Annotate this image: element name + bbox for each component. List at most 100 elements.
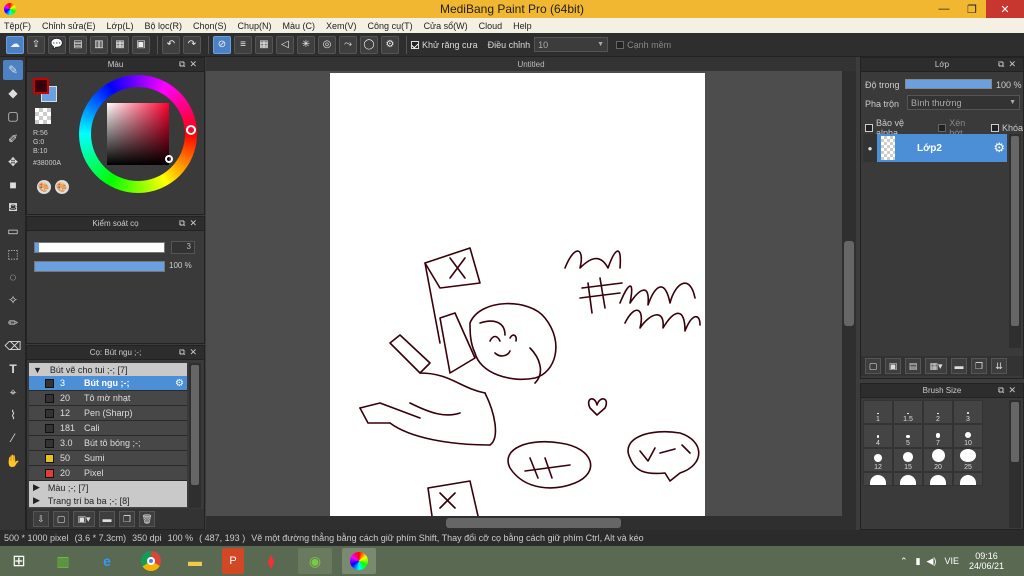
- palette-add-icon[interactable]: 🎨: [55, 180, 69, 194]
- share-icon[interactable]: ⇪: [27, 35, 45, 54]
- gradient-tool-icon[interactable]: ▭: [3, 221, 23, 241]
- antialias-checkbox[interactable]: [411, 40, 419, 49]
- speech-bubble-icon[interactable]: 💬: [48, 35, 66, 54]
- divide-tool-icon[interactable]: ⌖: [3, 382, 23, 402]
- panel-window-icon[interactable]: ⧉✕: [998, 59, 1020, 70]
- clipping-checkbox[interactable]: [938, 124, 947, 132]
- panel-window-icon[interactable]: ⧉✕: [998, 385, 1020, 396]
- radial-snap-icon[interactable]: ✳: [297, 35, 315, 54]
- panel-window-icon[interactable]: ⧉✕: [179, 347, 201, 358]
- edge-checkbox[interactable]: [616, 40, 625, 49]
- brush-size-preset[interactable]: 12: [863, 448, 893, 472]
- new-8bit-layer-icon[interactable]: ▤: [905, 358, 921, 374]
- menu-help[interactable]: Help: [513, 21, 532, 31]
- adjust-select[interactable]: 10 ▼: [534, 37, 609, 52]
- folder-icon[interactable]: ▬: [99, 511, 115, 527]
- menu-snap[interactable]: Chụp(N): [238, 21, 272, 31]
- eraser-tool-icon[interactable]: ◆: [3, 83, 23, 103]
- trash-icon[interactable]: 🗑: [139, 511, 155, 527]
- menu-tools[interactable]: Công cụ(T): [368, 21, 413, 31]
- brush-size-preset[interactable]: [953, 472, 983, 486]
- brush-list-scrollbar[interactable]: [189, 363, 201, 508]
- brush-group[interactable]: ▶ Trang trí ba ba ;-; [8]: [29, 494, 187, 507]
- powerpoint-icon[interactable]: P: [222, 548, 244, 574]
- brush-size-preset[interactable]: 15: [893, 448, 923, 472]
- menu-view[interactable]: Xem(V): [326, 21, 357, 31]
- new-halftone-layer-icon[interactable]: ▣: [885, 358, 901, 374]
- brush-size-preset[interactable]: [923, 472, 953, 486]
- parallel-snap-icon[interactable]: ≡: [234, 35, 252, 54]
- brush-opacity-slider[interactable]: [34, 261, 165, 272]
- redo-icon[interactable]: ↷: [183, 35, 201, 54]
- transparent-color-icon[interactable]: [35, 108, 51, 124]
- chrome-icon[interactable]: [134, 548, 168, 574]
- brush-size-preset[interactable]: 25: [953, 448, 983, 472]
- menu-filter[interactable]: Bộ lọc(R): [144, 21, 182, 31]
- maximize-button[interactable]: ❐: [958, 0, 986, 18]
- layer-opacity-slider[interactable]: [905, 79, 992, 89]
- frame-icon[interactable]: ▣: [132, 35, 150, 54]
- menu-file[interactable]: Tệp(F): [4, 21, 31, 31]
- brush-size-preset[interactable]: 20: [923, 448, 953, 472]
- circle-snap-icon[interactable]: ◎: [318, 35, 336, 54]
- brush-group[interactable]: ▼ Bút vẽ cho tui ;-; [7]: [29, 363, 187, 376]
- clock[interactable]: 09:16 24/06/21: [969, 551, 1004, 571]
- brush-size-preset[interactable]: 1.5: [893, 400, 923, 424]
- undo-icon[interactable]: ↶: [162, 35, 180, 54]
- minimize-button[interactable]: —: [930, 0, 958, 18]
- network-app-icon[interactable]: ⧫: [254, 548, 288, 574]
- menu-color[interactable]: Màu (C): [283, 21, 316, 31]
- tray-chevron-icon[interactable]: ⌃: [900, 556, 908, 567]
- brush-size-preset[interactable]: 2: [923, 400, 953, 424]
- brush-size-preset[interactable]: 4: [863, 424, 893, 448]
- brush-item[interactable]: 181 Cali: [29, 421, 187, 436]
- layer-folder-icon[interactable]: ▬: [951, 358, 967, 374]
- brush-settings-icon[interactable]: ▣▾: [73, 511, 95, 527]
- menu-select[interactable]: Chọn(S): [193, 21, 227, 31]
- brush-size-preset[interactable]: [863, 472, 893, 486]
- panel-grid-icon[interactable]: ▦: [111, 35, 129, 54]
- snap-settings-icon[interactable]: ⚙: [381, 35, 399, 54]
- brush-size-preset[interactable]: 3: [953, 400, 983, 424]
- layer-row[interactable]: ● Lớp2 ⚙: [863, 134, 1007, 162]
- protect-alpha-checkbox[interactable]: [865, 124, 873, 132]
- utorrent-icon[interactable]: ◉: [298, 548, 332, 574]
- color-wheel[interactable]: [79, 75, 197, 193]
- lasso-tool-icon[interactable]: ◌: [3, 267, 23, 287]
- drawing-canvas[interactable]: [330, 73, 705, 516]
- cloud-download-icon[interactable]: ⇩: [33, 511, 49, 527]
- new-layer-icon[interactable]: ▢: [865, 358, 881, 374]
- brush-gear-icon[interactable]: ⚙: [175, 378, 184, 389]
- page-icon[interactable]: ▥: [90, 35, 108, 54]
- pipette-tool-icon[interactable]: ⁄: [3, 428, 23, 448]
- canvas-horizontal-scrollbar[interactable]: [206, 516, 856, 530]
- brush-item[interactable]: 3 Bút ngu ;-; ⚙: [29, 376, 187, 391]
- saturation-square[interactable]: [107, 103, 169, 165]
- brush-size-preset[interactable]: 7: [923, 424, 953, 448]
- curve-snap-icon[interactable]: ⤳: [339, 35, 357, 54]
- cloud-icon[interactable]: ☁: [6, 35, 24, 54]
- ellipse-snap-icon[interactable]: ◯: [360, 35, 378, 54]
- panel-window-icon[interactable]: ⧉✕: [179, 218, 201, 229]
- brush-item[interactable]: 20 Tô mờ nhạt: [29, 391, 187, 406]
- brush-tool-icon[interactable]: ✎: [3, 60, 23, 80]
- palette-icon[interactable]: 🎨: [37, 180, 51, 194]
- primary-color-swatch[interactable]: [33, 78, 49, 94]
- hand-tool-icon[interactable]: ✋: [3, 451, 23, 471]
- eyedropper-tool-icon[interactable]: ⌇: [3, 405, 23, 425]
- snap-off-icon[interactable]: ⊘: [213, 35, 231, 54]
- vanishing-snap-icon[interactable]: ◁: [276, 35, 294, 54]
- brush-size-slider[interactable]: [34, 242, 165, 253]
- layer-gear-icon[interactable]: ⚙: [993, 140, 1005, 156]
- language-indicator[interactable]: VIE: [944, 556, 959, 566]
- bluestacks-icon[interactable]: ▥: [46, 548, 80, 574]
- medibang-taskbar-icon[interactable]: [342, 548, 376, 574]
- brush-size-preset[interactable]: 5: [893, 424, 923, 448]
- select-pen-tool-icon[interactable]: ✏: [3, 313, 23, 333]
- magic-wand-tool-icon[interactable]: ✧: [3, 290, 23, 310]
- hue-marker[interactable]: [186, 125, 196, 135]
- menu-layer[interactable]: Lớp(L): [107, 21, 134, 31]
- dot-tool-icon[interactable]: ▢: [3, 106, 23, 126]
- bucket-tool-icon[interactable]: ⛾: [3, 198, 23, 218]
- brush-size-value[interactable]: 3: [171, 241, 195, 254]
